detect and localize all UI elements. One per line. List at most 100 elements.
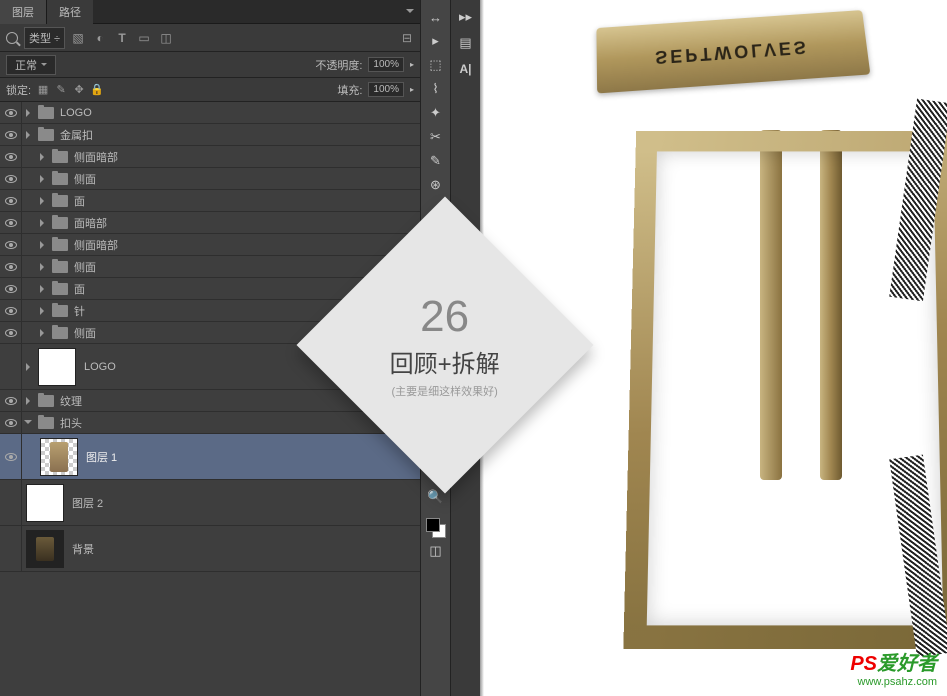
layer-name-label[interactable]: 侧面暗部: [74, 149, 414, 165]
layer-row[interactable]: LOGO: [0, 102, 420, 124]
collapse-panel-icon[interactable]: ▸▸: [455, 6, 477, 28]
visibility-toggle[interactable]: [0, 434, 22, 479]
disclosure-triangle-icon[interactable]: [26, 130, 36, 140]
visibility-toggle[interactable]: [0, 412, 22, 433]
blend-mode-select[interactable]: 正常: [6, 55, 56, 75]
visibility-toggle[interactable]: [0, 278, 22, 299]
visibility-toggle[interactable]: [0, 212, 22, 233]
filter-type-icon[interactable]: T: [115, 31, 129, 45]
visibility-toggle[interactable]: [0, 390, 22, 411]
lock-label: 锁定:: [6, 82, 31, 98]
panel-menu-icon[interactable]: [404, 7, 414, 17]
visibility-toggle[interactable]: [0, 168, 22, 189]
folder-icon: [52, 173, 68, 185]
visibility-toggle[interactable]: [0, 344, 22, 389]
disclosure-triangle-icon[interactable]: [40, 306, 50, 316]
layer-name-label[interactable]: 背景: [72, 541, 414, 557]
layer-name-label[interactable]: 侧面: [74, 259, 414, 275]
visibility-toggle[interactable]: [0, 234, 22, 255]
layer-name-label[interactable]: LOGO: [60, 107, 414, 119]
visibility-toggle[interactable]: [0, 124, 22, 145]
disclosure-triangle-icon[interactable]: [26, 396, 36, 406]
layer-name-label[interactable]: 面: [74, 193, 414, 209]
fill-value[interactable]: 100%: [368, 82, 404, 97]
folder-icon: [52, 195, 68, 207]
disclosure-triangle-icon[interactable]: [26, 362, 36, 372]
layer-row[interactable]: 背景: [0, 526, 420, 572]
layer-row[interactable]: 图层 2: [0, 480, 420, 526]
layer-thumbnail[interactable]: [38, 348, 76, 386]
disclosure-triangle-icon[interactable]: [40, 284, 50, 294]
tab-layers[interactable]: 图层: [0, 0, 46, 24]
lock-pixels-icon[interactable]: ✎: [55, 84, 67, 96]
eye-icon: [5, 419, 17, 427]
crop-tool-icon[interactable]: ✂: [425, 126, 447, 148]
opacity-value[interactable]: 100%: [368, 57, 404, 72]
marquee-tool-icon[interactable]: ⬚: [425, 54, 447, 76]
tab-paths[interactable]: 路径: [46, 0, 93, 24]
layer-name-label[interactable]: 金属扣: [60, 127, 414, 143]
layer-row[interactable]: 图层 1: [0, 434, 420, 480]
visibility-toggle[interactable]: [0, 256, 22, 277]
quickmask-icon[interactable]: ◫: [425, 540, 447, 562]
move-tool-icon[interactable]: ▸: [425, 30, 447, 52]
disclosure-triangle-icon[interactable]: [26, 108, 36, 118]
lock-transparent-icon[interactable]: ▦: [37, 84, 49, 96]
character-panel-icon[interactable]: A|: [455, 58, 477, 80]
filter-smart-icon[interactable]: ◫: [159, 31, 173, 45]
layer-row[interactable]: 金属扣: [0, 124, 420, 146]
folder-icon: [38, 395, 54, 407]
disclosure-triangle-icon[interactable]: [26, 418, 36, 428]
layer-name-label[interactable]: 扣头: [60, 415, 414, 431]
filter-shape-icon[interactable]: ▭: [137, 31, 151, 45]
filter-toggle-icon[interactable]: ⊟: [400, 31, 414, 45]
visibility-toggle[interactable]: [0, 526, 22, 571]
layer-name-label[interactable]: 侧面暗部: [74, 237, 414, 253]
lasso-tool-icon[interactable]: ⌇: [425, 78, 447, 100]
lock-position-icon[interactable]: ✥: [73, 84, 85, 96]
layer-name-label[interactable]: 面暗部: [74, 215, 414, 231]
disclosure-triangle-icon[interactable]: [40, 152, 50, 162]
disclosure-triangle-icon[interactable]: [40, 218, 50, 228]
disclosure-triangle-icon[interactable]: [40, 174, 50, 184]
callout-number: 26: [390, 291, 500, 341]
layer-row[interactable]: 面: [0, 190, 420, 212]
history-panel-icon[interactable]: ▤: [455, 32, 477, 54]
search-icon[interactable]: [6, 32, 18, 44]
layer-row[interactable]: 面暗部: [0, 212, 420, 234]
filter-pixel-icon[interactable]: ▧: [71, 31, 85, 45]
disclosure-triangle-icon[interactable]: [40, 328, 50, 338]
visibility-toggle[interactable]: [0, 146, 22, 167]
visibility-toggle[interactable]: [0, 190, 22, 211]
layer-thumbnail[interactable]: [26, 530, 64, 568]
layer-row[interactable]: 侧面: [0, 168, 420, 190]
layer-name-label[interactable]: 图层 2: [72, 495, 414, 511]
visibility-toggle[interactable]: [0, 300, 22, 321]
eye-icon: [5, 197, 17, 205]
layer-row[interactable]: 扣头: [0, 412, 420, 434]
layer-name-label[interactable]: 图层 1: [86, 449, 414, 465]
disclosure-triangle-icon[interactable]: [40, 196, 50, 206]
eyedropper-tool-icon[interactable]: ✎: [425, 150, 447, 172]
healing-tool-icon[interactable]: ⊛: [425, 174, 447, 196]
layer-name-label[interactable]: 侧面: [74, 171, 414, 187]
layer-thumbnail[interactable]: [40, 438, 78, 476]
color-swatch[interactable]: [426, 518, 446, 538]
visibility-toggle[interactable]: [0, 480, 22, 525]
fg-color-icon[interactable]: [426, 518, 440, 532]
folder-icon: [38, 129, 54, 141]
disclosure-triangle-icon[interactable]: [40, 262, 50, 272]
layer-thumbnail[interactable]: [26, 484, 64, 522]
eye-icon: [5, 453, 17, 461]
wand-tool-icon[interactable]: ✦: [425, 102, 447, 124]
disclosure-triangle-icon[interactable]: [40, 240, 50, 250]
arrow-icon[interactable]: ↔: [425, 6, 447, 28]
layer-row[interactable]: 侧面暗部: [0, 146, 420, 168]
filter-kind-select[interactable]: 类型 ÷: [24, 27, 65, 49]
visibility-toggle[interactable]: [0, 322, 22, 343]
filter-adjust-icon[interactable]: ◐: [93, 31, 107, 45]
layer-row[interactable]: 侧面: [0, 256, 420, 278]
visibility-toggle[interactable]: [0, 102, 22, 123]
lock-all-icon[interactable]: 🔒: [91, 84, 103, 96]
layer-row[interactable]: 侧面暗部: [0, 234, 420, 256]
